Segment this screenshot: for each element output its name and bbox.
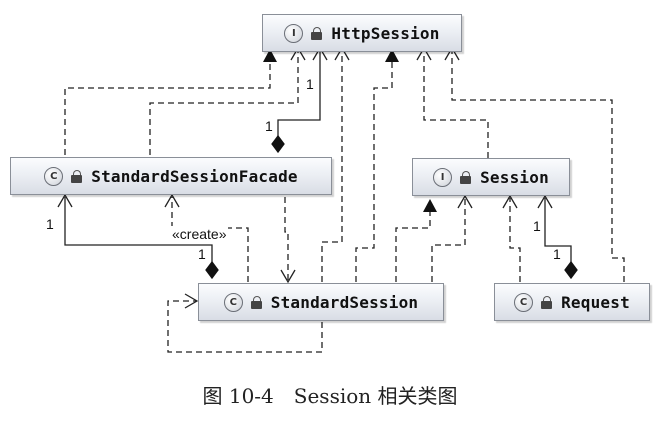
lock-icon bbox=[71, 169, 83, 183]
session-class[interactable]: I Session bbox=[412, 158, 570, 196]
composition-diamond-icon bbox=[205, 260, 219, 280]
multiplicity-label: 1 bbox=[46, 216, 54, 232]
httpsession-class[interactable]: I HttpSession bbox=[262, 14, 462, 52]
composition-diamond-icon bbox=[271, 134, 285, 154]
association-session-httpsession bbox=[277, 50, 321, 138]
realization-standardsession-httpsession bbox=[355, 62, 393, 282]
class-name: StandardSessionFacade bbox=[91, 166, 298, 186]
lock-icon bbox=[311, 26, 323, 40]
dependency-facade-standardsession bbox=[284, 197, 289, 280]
lock-icon bbox=[541, 295, 553, 309]
dependency-session-httpsession bbox=[423, 50, 489, 158]
relationship-lines bbox=[57, 46, 625, 353]
lock-icon bbox=[250, 295, 263, 309]
dependency-standardsession-session bbox=[431, 198, 466, 282]
interface-icon: I bbox=[433, 167, 453, 187]
class-name: HttpSession bbox=[331, 23, 440, 43]
class-icon: C bbox=[223, 292, 243, 312]
dependency-request-session bbox=[509, 198, 521, 282]
lock-icon bbox=[460, 170, 472, 184]
standardsession-class[interactable]: C StandardSession bbox=[198, 283, 444, 321]
realization-standardsession-session bbox=[395, 212, 431, 282]
class-name: Request bbox=[561, 292, 630, 312]
multiplicity-label: 1 bbox=[198, 246, 206, 262]
class-icon: C bbox=[514, 292, 534, 312]
multiplicity-label: 1 bbox=[265, 118, 273, 134]
class-diagram: I HttpSession C StandardSessionFacade I … bbox=[0, 0, 660, 422]
create-stereotype-label: «create» bbox=[170, 226, 229, 242]
figure-caption: 图 10-4 Session 相关类图 bbox=[202, 384, 458, 408]
multiplicity-label: 1 bbox=[533, 218, 541, 234]
standardsessionfacade-class[interactable]: C StandardSessionFacade bbox=[10, 157, 332, 195]
interface-icon: I bbox=[284, 23, 304, 43]
multiplicity-label: 1 bbox=[306, 76, 314, 92]
class-name: Session bbox=[480, 167, 549, 187]
multiplicity-label: 1 bbox=[553, 246, 561, 262]
class-icon: C bbox=[44, 166, 64, 186]
realization-facade-httpsession bbox=[64, 62, 271, 155]
composition-diamond-icon bbox=[564, 260, 578, 280]
class-name: StandardSession bbox=[270, 292, 419, 312]
triangle-arrowhead-icon bbox=[423, 199, 437, 212]
request-class[interactable]: C Request bbox=[494, 283, 650, 321]
